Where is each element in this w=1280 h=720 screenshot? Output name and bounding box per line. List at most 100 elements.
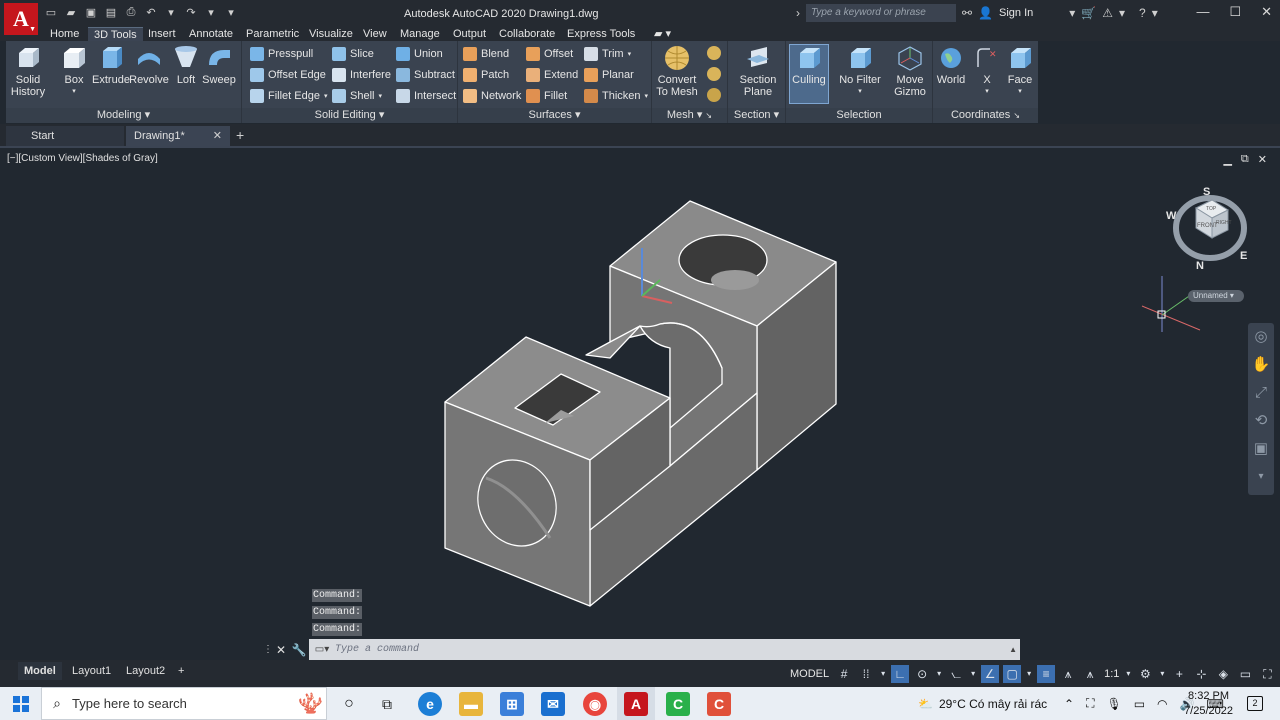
panel-surfaces-title[interactable]: Surfaces ▾ <box>458 108 651 123</box>
undo-dropdown-icon[interactable]: ▾ <box>164 5 178 19</box>
weather-widget[interactable]: ⛅ 29°C Có mây rải rác <box>918 687 1047 720</box>
tab-home[interactable]: Home <box>44 27 85 41</box>
convert-to-mesh-button[interactable]: Convert To Mesh <box>654 45 700 98</box>
new-file-icon[interactable]: ▭ <box>44 5 58 19</box>
taskbar-clock[interactable]: 8:32 PM 7/25/2022 <box>1184 689 1233 719</box>
battery-icon[interactable]: ▭ <box>1134 697 1145 711</box>
trim-button[interactable]: Trim ▾ <box>584 46 631 62</box>
isodraft-icon[interactable]: ⦦ <box>947 665 965 683</box>
fillet-edge-dropdown-icon[interactable]: ▾ <box>324 92 328 100</box>
annotation-scale[interactable]: 1:1 <box>1101 668 1122 680</box>
help-dropdown-icon[interactable]: ▾ <box>1152 6 1158 20</box>
minimize-icon[interactable]: — <box>1196 4 1209 20</box>
redo-dropdown-icon[interactable]: ▾ <box>204 5 218 19</box>
undo-icon[interactable]: ↶ <box>144 5 158 19</box>
tab-insert[interactable]: Insert <box>142 27 182 41</box>
panel-modeling-title[interactable]: Modeling ▾ <box>6 108 241 123</box>
camtasia-editor-icon[interactable]: C <box>707 692 731 716</box>
model-space-toggle[interactable]: MODEL <box>786 668 833 680</box>
box-button[interactable]: Box ▾ <box>54 45 94 98</box>
camtasia-recorder-icon[interactable]: C <box>666 692 690 716</box>
fillet-edge-button[interactable]: Fillet Edge ▾ <box>250 88 328 104</box>
panel-mesh-title[interactable]: Mesh ▾ ↘ <box>652 108 727 123</box>
subtract-button[interactable]: Subtract <box>396 67 455 83</box>
task-view-icon[interactable]: ⧉ <box>375 692 399 716</box>
presspull-button[interactable]: Presspull <box>250 46 313 62</box>
help-search-input[interactable]: Type a keyword or phrase <box>806 4 956 22</box>
slice-button[interactable]: Slice <box>332 46 374 62</box>
scale-dropdown-icon[interactable]: ▾ <box>1124 665 1132 683</box>
redo-icon[interactable]: ↷ <box>184 5 198 19</box>
clean-screen-icon[interactable]: ⛶ <box>1258 665 1276 683</box>
extend-button[interactable]: Extend <box>526 67 578 83</box>
viewcube[interactable]: TOP FRONT RIGHT S W E N <box>1166 186 1256 276</box>
microsoft-store-icon[interactable]: ⊞ <box>500 692 524 716</box>
ribbon-options-icon[interactable]: ▰ ▾ <box>648 27 677 41</box>
ucs-world-button[interactable]: World <box>935 45 967 86</box>
zoom-extents-icon[interactable]: ⤢ <box>1248 379 1274 407</box>
smooth-more-icon[interactable] <box>707 46 721 60</box>
command-line-grip-icon[interactable]: ⋮ <box>263 644 273 655</box>
patch-button[interactable]: Patch <box>463 67 509 83</box>
smooth-less-icon[interactable] <box>707 67 721 81</box>
command-history-toggle-icon[interactable]: ▲ <box>1009 645 1017 654</box>
cart-icon[interactable]: 🛒 <box>1081 6 1096 20</box>
union-button[interactable]: Union <box>396 46 443 62</box>
tab-annotate[interactable]: Annotate <box>183 27 239 41</box>
intersect-button[interactable]: Intersect <box>396 88 456 104</box>
sign-in-link[interactable]: Sign In <box>999 7 1033 19</box>
grid-icon[interactable]: # <box>835 665 853 683</box>
shell-button[interactable]: Shell ▾ <box>332 88 382 104</box>
viewcube-front-face[interactable]: FRONT <box>1197 223 1218 229</box>
close-icon[interactable]: ✕ <box>1261 4 1272 20</box>
connect-dropdown-icon[interactable]: ▾ <box>1119 6 1125 20</box>
chrome-icon[interactable]: ◉ <box>583 692 607 716</box>
ucs-menu[interactable]: Unnamed ▾ <box>1188 290 1244 302</box>
units-icon[interactable]: ⊹ <box>1192 665 1210 683</box>
connect-icon[interactable]: ⚠ <box>1102 6 1113 20</box>
print-icon[interactable]: ⎙ <box>124 5 138 19</box>
tab-visualize[interactable]: Visualize <box>303 27 359 41</box>
ortho-icon[interactable]: ∟ <box>891 665 910 683</box>
new-tab-icon[interactable]: + <box>236 127 244 143</box>
interfere-button[interactable]: Interfere <box>332 67 391 83</box>
sweep-button[interactable]: Sweep <box>199 45 239 86</box>
command-line-close-icon[interactable]: ✕ <box>273 643 289 657</box>
isolate-objects-icon[interactable]: ◈ <box>1214 665 1232 683</box>
layout-tab-layout2[interactable]: Layout2 <box>120 662 171 680</box>
thicken-button[interactable]: Thicken ▾ <box>584 88 648 104</box>
tab-parametric[interactable]: Parametric <box>240 27 305 41</box>
tab-3d-tools[interactable]: 3D Tools <box>88 27 143 41</box>
viewcube-right-face[interactable]: RIGHT <box>1216 220 1232 226</box>
ucs-x-button[interactable]: ✕ X ▾ <box>969 45 1005 98</box>
ucs-face-dropdown-icon[interactable]: ▾ <box>1003 86 1037 98</box>
box-dropdown-icon[interactable]: ▾ <box>54 86 94 98</box>
tab-manage[interactable]: Manage <box>394 27 446 41</box>
viewcube-top-face[interactable]: TOP <box>1206 206 1216 212</box>
ucs-x-dropdown-icon[interactable]: ▾ <box>969 86 1005 98</box>
edge-browser-icon[interactable]: e <box>418 692 442 716</box>
compass-south[interactable]: S <box>1203 186 1210 198</box>
object-snap-dropdown-icon[interactable]: ▾ <box>1025 665 1033 683</box>
snap-dropdown-icon[interactable]: ▾ <box>879 665 887 683</box>
annotation-monitor-icon[interactable]: + <box>1170 665 1188 683</box>
drawing-viewport[interactable]: [−][Custom View][Shades of Gray] ▁ ⧉ ✕ T… <box>0 148 1280 658</box>
orbit-icon[interactable]: ⟲ <box>1248 407 1274 435</box>
microphone-icon[interactable]: 🎙 <box>1106 697 1121 711</box>
notification-center-icon[interactable]: 2 <box>1247 696 1263 711</box>
culling-button[interactable]: Culling <box>789 44 829 104</box>
refine-mesh-icon[interactable] <box>707 88 721 102</box>
compass-north[interactable]: N <box>1196 260 1204 272</box>
tab-express-tools[interactable]: Express Tools <box>561 27 641 41</box>
file-tab-drawing1[interactable]: Drawing1* ✕ <box>126 126 230 147</box>
compass-east[interactable]: E <box>1240 250 1247 262</box>
file-explorer-icon[interactable]: ▬ <box>459 692 483 716</box>
no-filter-button[interactable]: No Filter ▾ <box>834 45 886 98</box>
compass-west[interactable]: W <box>1166 210 1176 222</box>
annotation-autoscale-icon[interactable]: ⩚ <box>1081 665 1099 683</box>
planar-button[interactable]: Planar <box>584 67 634 83</box>
thicken-dropdown-icon[interactable]: ▾ <box>645 92 649 100</box>
panel-section-title[interactable]: Section ▾ <box>728 108 785 123</box>
lineweight-icon[interactable]: ≡ <box>1037 665 1056 683</box>
cortana-icon[interactable]: ○ <box>337 692 361 716</box>
